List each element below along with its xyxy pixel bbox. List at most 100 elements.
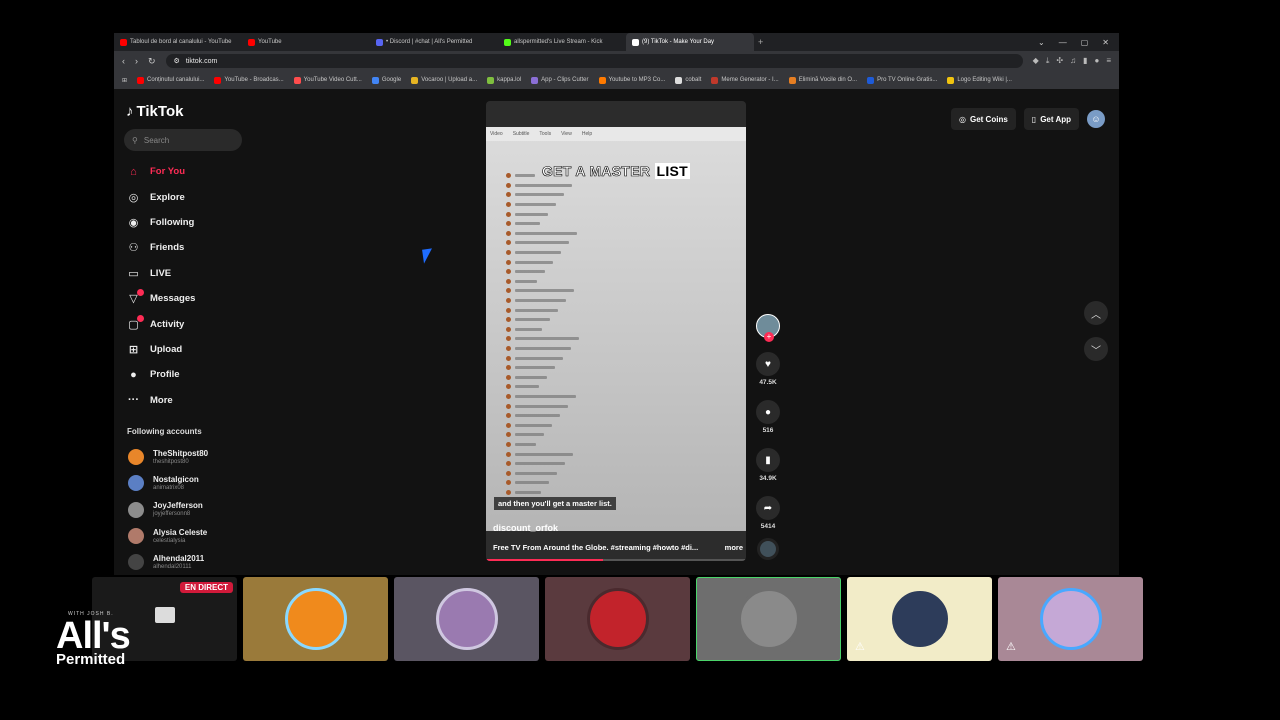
back-icon[interactable]: ‹ — [122, 56, 125, 66]
following-account[interactable]: Alhendal2011 alhendal20111 — [128, 549, 208, 575]
sidebar-icon[interactable]: ▮ — [1083, 56, 1087, 66]
bookmark-item[interactable]: Vocaroo | Upload a... — [411, 76, 477, 84]
sidebar-item-more[interactable]: ··· More — [126, 388, 195, 413]
sidebar-item-live[interactable]: ▭ LIVE — [126, 261, 195, 286]
channel-row — [506, 344, 579, 354]
new-tab-button[interactable]: + — [754, 37, 767, 47]
bookmark-item[interactable]: App - Clips Cutter — [531, 76, 589, 84]
download-icon[interactable]: ⤓ — [1046, 56, 1050, 66]
minimize-icon[interactable]: — — [1059, 38, 1067, 47]
menu-icon[interactable]: ≡ — [1106, 56, 1111, 66]
bookmark-item[interactable]: Google — [371, 76, 401, 84]
puzzle-icon[interactable]: ✣ — [1056, 56, 1063, 66]
bookmark-item[interactable]: Youtube to MP3 Co... — [598, 76, 665, 84]
participant-tile — [545, 577, 690, 661]
bookmark-favicon-icon — [214, 76, 222, 84]
forward-icon[interactable]: › — [135, 56, 138, 66]
save-button[interactable]: ▮ — [756, 448, 780, 472]
get-app-button[interactable]: ▯ Get App — [1023, 108, 1079, 130]
tab-label: allspermitted's Live Stream - Kick — [514, 39, 603, 45]
tab-label: Tabloul de bord al canalului - YouTube — [130, 39, 232, 45]
tiktok-logo[interactable]: ♪ TikTok — [126, 103, 183, 120]
channel-row — [506, 382, 579, 392]
share-button[interactable]: ➦ — [756, 496, 780, 520]
bookmark-item[interactable]: Pro TV Online Gratis... — [867, 76, 938, 84]
sidebar-item-upload[interactable]: ⊞ Upload — [126, 337, 195, 362]
notification-badge — [137, 314, 144, 322]
chevron-down-icon[interactable]: ⌄ — [1038, 38, 1045, 47]
user-avatar[interactable]: ☺ — [1087, 110, 1105, 128]
sidebar-item-messages[interactable]: ▽ Messages — [126, 286, 195, 311]
more-link[interactable]: more — [725, 543, 743, 552]
sidebar-item-profile[interactable]: ● Profile — [126, 362, 195, 387]
heart-icon: ♥ — [765, 358, 771, 370]
account-text: Nostalgicon animatrix08 — [153, 475, 199, 492]
channel-name-blur — [515, 299, 566, 303]
channel-name-blur — [515, 193, 564, 197]
close-icon[interactable]: ✕ — [1102, 38, 1109, 47]
browser-tab[interactable]: Tabloul de bord al canalului - YouTube — [114, 33, 242, 51]
extension-icon[interactable]: ◆ — [1033, 56, 1039, 66]
bookmark-item[interactable]: cobalt — [675, 76, 701, 84]
video-progress-bar[interactable] — [486, 559, 746, 561]
browser-tab[interactable]: allspermitted's Live Stream - Kick — [498, 33, 626, 51]
bookmark-label: Pro TV Online Gratis... — [877, 77, 938, 83]
channel-row — [506, 372, 579, 382]
sidebar-item-explore[interactable]: ◎ Explore — [126, 184, 195, 209]
following-account[interactable]: Nostalgicon animatrix08 — [128, 470, 208, 496]
browser-tab[interactable]: (9) TikTok - Make Your Day — [626, 33, 754, 51]
sidebar-item-label: More — [150, 394, 173, 406]
address-bar[interactable]: ⚙ tiktok.com — [165, 54, 1023, 68]
browser-tab[interactable]: • Discord | #chat | All's Permitted — [370, 33, 498, 51]
bookmark-item[interactable]: Logo Editing Wiki |... — [947, 76, 1012, 84]
bookmark-item[interactable]: YouTube - Broadcas... — [214, 76, 284, 84]
channel-dot-icon — [506, 432, 511, 438]
previous-video-button[interactable]: ︿ — [1084, 301, 1108, 325]
channel-row — [506, 248, 579, 258]
sidebar-item-following[interactable]: ◉ Following — [126, 210, 195, 235]
video-app-menu-item: Video — [490, 131, 503, 137]
channel-dot-icon — [506, 230, 511, 236]
like-button[interactable]: ♥ — [756, 352, 780, 376]
search-input[interactable]: ⚲ Search — [124, 129, 242, 151]
sidebar-item-label: Profile — [150, 369, 180, 381]
browser-tab[interactable]: YouTube — [242, 33, 370, 51]
profile-icon[interactable]: ● — [1094, 56, 1099, 66]
channel-row — [506, 257, 579, 267]
bookmark-item[interactable]: kappa.lol — [487, 76, 521, 84]
get-coins-button[interactable]: ◎ Get Coins — [951, 108, 1016, 130]
bookmark-label: Logo Editing Wiki |... — [957, 77, 1012, 83]
following-account[interactable]: JoyJefferson joyjeffersonn8 — [128, 497, 208, 523]
channel-name-blur — [515, 433, 544, 437]
follow-plus-icon[interactable]: + — [764, 332, 774, 342]
creator-avatar[interactable]: + — [756, 314, 780, 342]
comment-button[interactable]: ● — [756, 400, 780, 424]
bookmark-item[interactable]: Conținutul canalului... — [137, 76, 204, 84]
following-account[interactable]: Alysia Celeste celestialysia — [128, 523, 208, 549]
video-player[interactable]: Video Subtitle Tools View Help GET A MASTER … — [486, 101, 746, 561]
bookmark-item[interactable]: Elimină Vocile din O... — [788, 76, 857, 84]
channel-dot-icon — [506, 211, 511, 217]
music-disc-icon[interactable] — [757, 538, 779, 560]
channel-row — [506, 478, 579, 488]
bookmark-item[interactable]: Meme Generator - I... — [711, 76, 779, 84]
sidebar-item-for-you[interactable]: ⌂ For You — [126, 159, 195, 184]
site-info-icon[interactable]: ⚙ — [174, 57, 180, 65]
video-description: Free TV From Around the Globe. #streamin… — [493, 543, 743, 552]
maximize-icon[interactable]: ▢ — [1081, 38, 1089, 47]
apps-grid-icon[interactable]: ⊞ — [122, 77, 127, 84]
video-author[interactable]: discount_orfok — [493, 523, 558, 533]
following-account[interactable]: TheShitpost80 theshitpost80 — [128, 444, 208, 470]
channel-name-blur — [515, 231, 577, 235]
participant-tile — [394, 577, 539, 661]
bookmark-item[interactable]: YouTube Video Cutt... — [293, 76, 362, 84]
channel-row — [506, 296, 579, 306]
reload-icon[interactable]: ↻ — [148, 56, 156, 67]
sidebar-item-friends[interactable]: ⚇ Friends — [126, 235, 195, 260]
music-icon[interactable]: ♫ — [1070, 56, 1076, 66]
channel-name-blur — [515, 481, 549, 485]
next-video-button[interactable]: ﹀ — [1084, 337, 1108, 361]
comment-icon: ● — [764, 406, 772, 418]
sidebar-item-activity[interactable]: ▢ Activity — [126, 311, 195, 336]
channel-row — [506, 420, 579, 430]
